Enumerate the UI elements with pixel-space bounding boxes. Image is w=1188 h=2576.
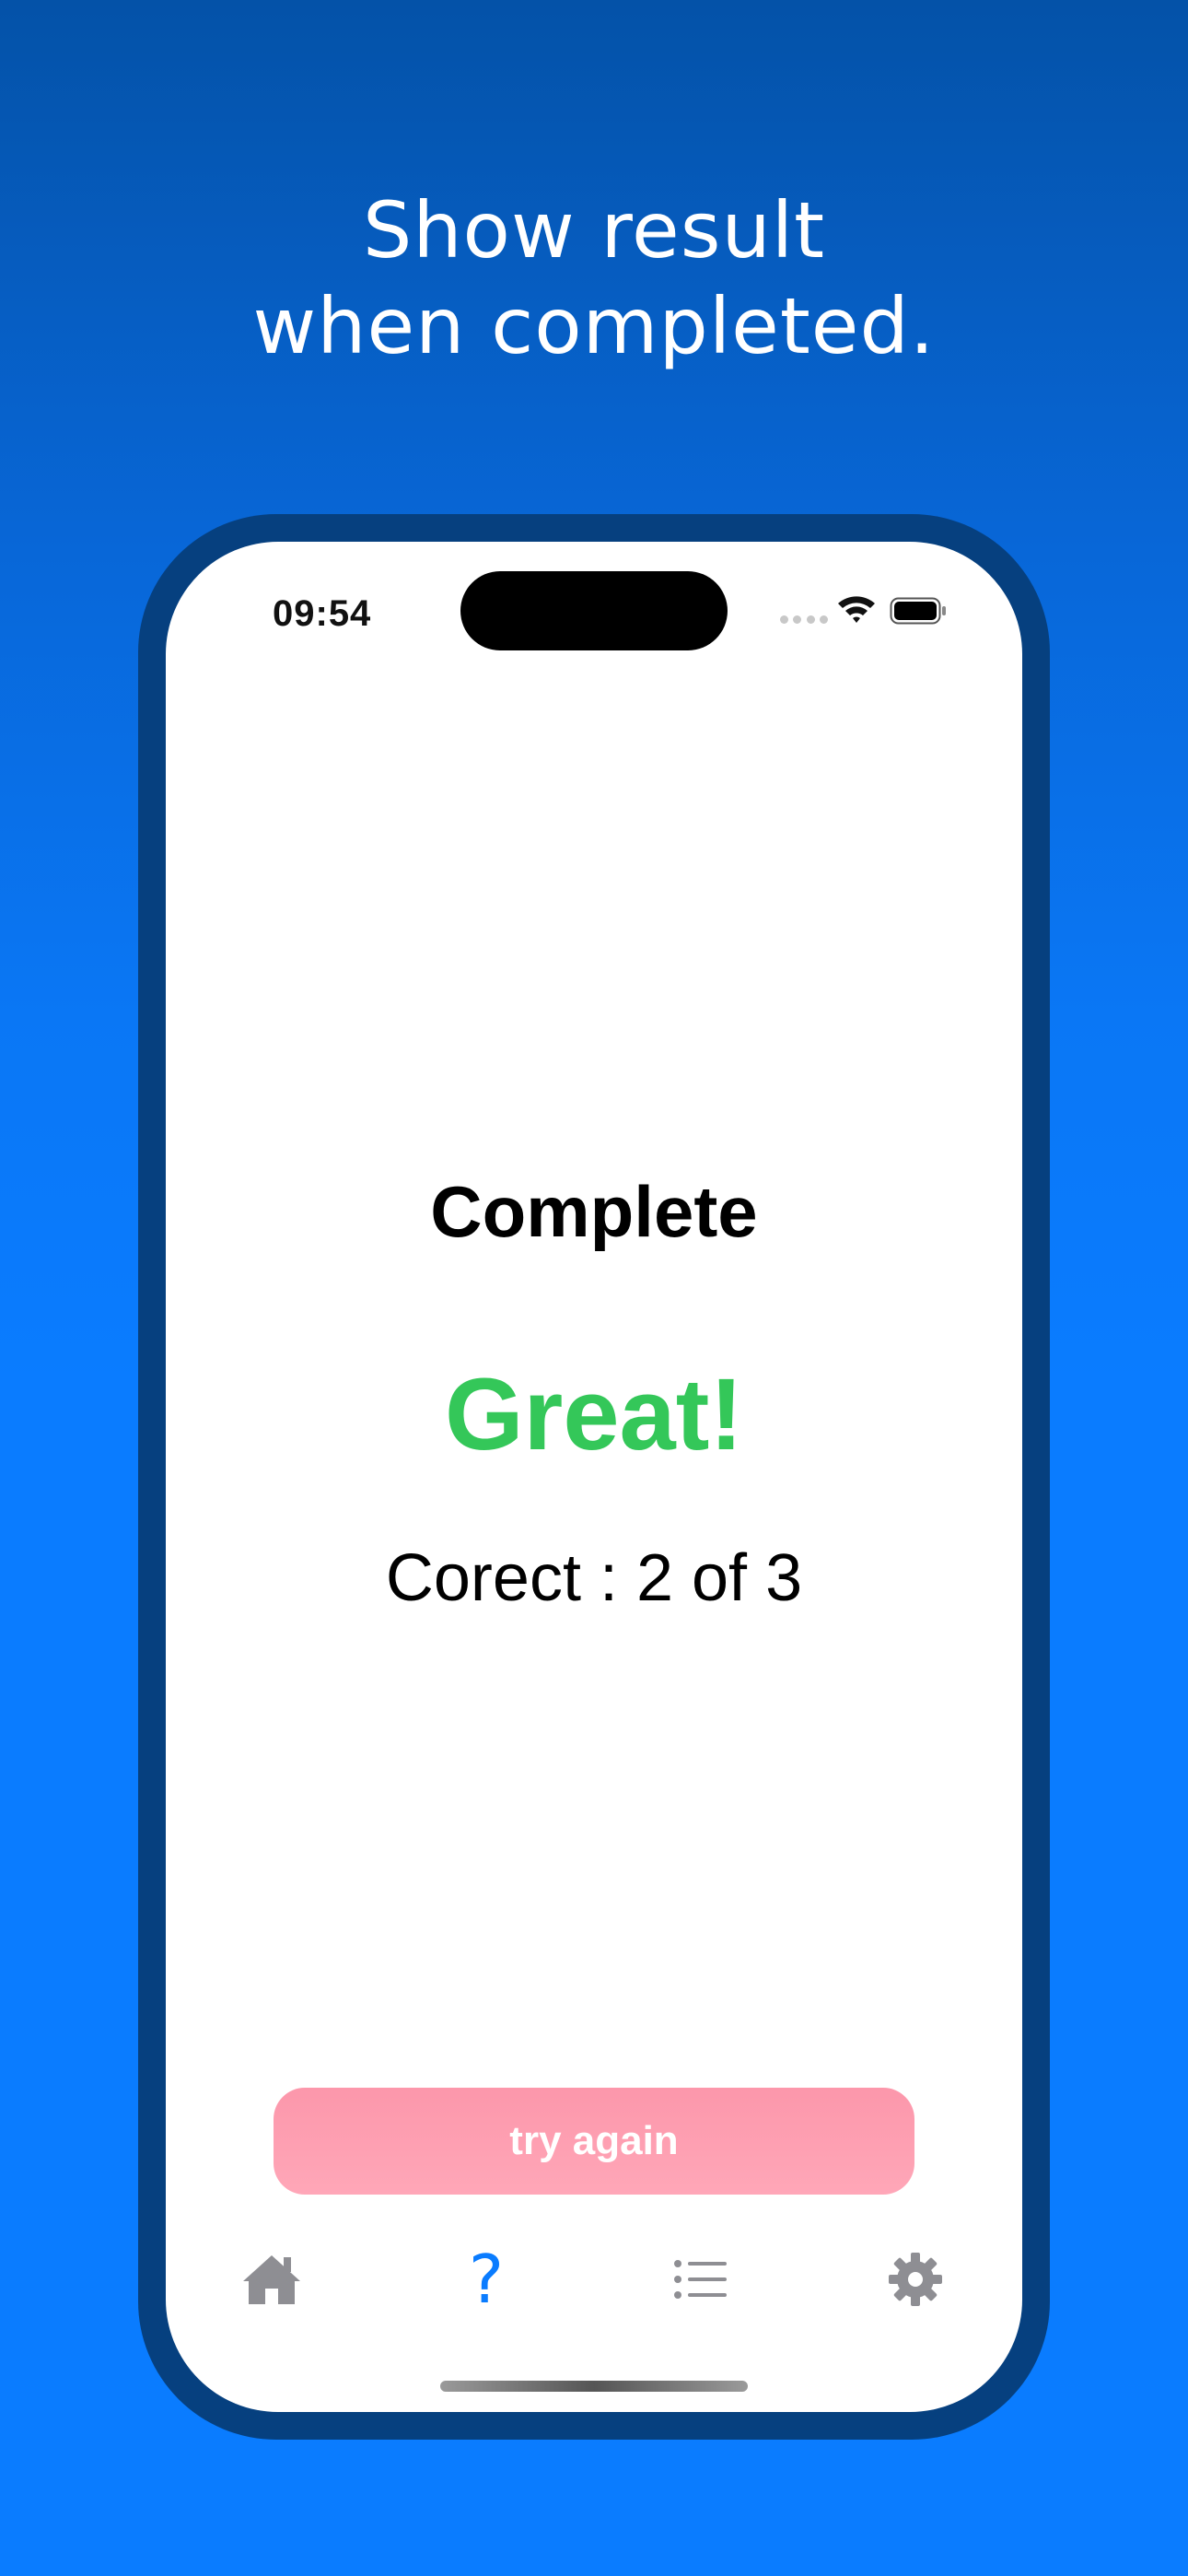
home-icon	[243, 2255, 300, 2304]
promo-headline: Show result when completed.	[0, 182, 1188, 374]
try-again-button[interactable]: try again	[274, 2088, 914, 2195]
list-icon	[674, 2260, 727, 2299]
wifi-icon	[838, 596, 875, 623]
gear-icon	[889, 2253, 942, 2306]
dynamic-island	[460, 571, 728, 650]
tab-bar: ?	[166, 2235, 1022, 2324]
result-score: Corect : 2 of 3	[385, 1541, 803, 1615]
result-title: Complete	[430, 1171, 758, 1252]
tab-settings[interactable]	[871, 2235, 960, 2324]
home-indicator[interactable]	[440, 2381, 748, 2392]
tab-quiz[interactable]: ?	[442, 2235, 530, 2324]
cellular-signal-icon	[780, 615, 828, 625]
result-grade: Great!	[445, 1358, 743, 1471]
phone-screen: 09:54 Complete Great! Corect : 2 of 3 tr…	[166, 542, 1022, 2412]
promo-headline-line-1: Show result	[363, 185, 825, 275]
tab-home[interactable]	[227, 2235, 316, 2324]
promo-headline-line-2: when completed.	[252, 281, 936, 371]
tab-list[interactable]	[657, 2235, 745, 2324]
question-mark-icon: ?	[468, 2241, 505, 2318]
status-time: 09:54	[273, 593, 372, 634]
battery-full-icon	[890, 597, 946, 625]
